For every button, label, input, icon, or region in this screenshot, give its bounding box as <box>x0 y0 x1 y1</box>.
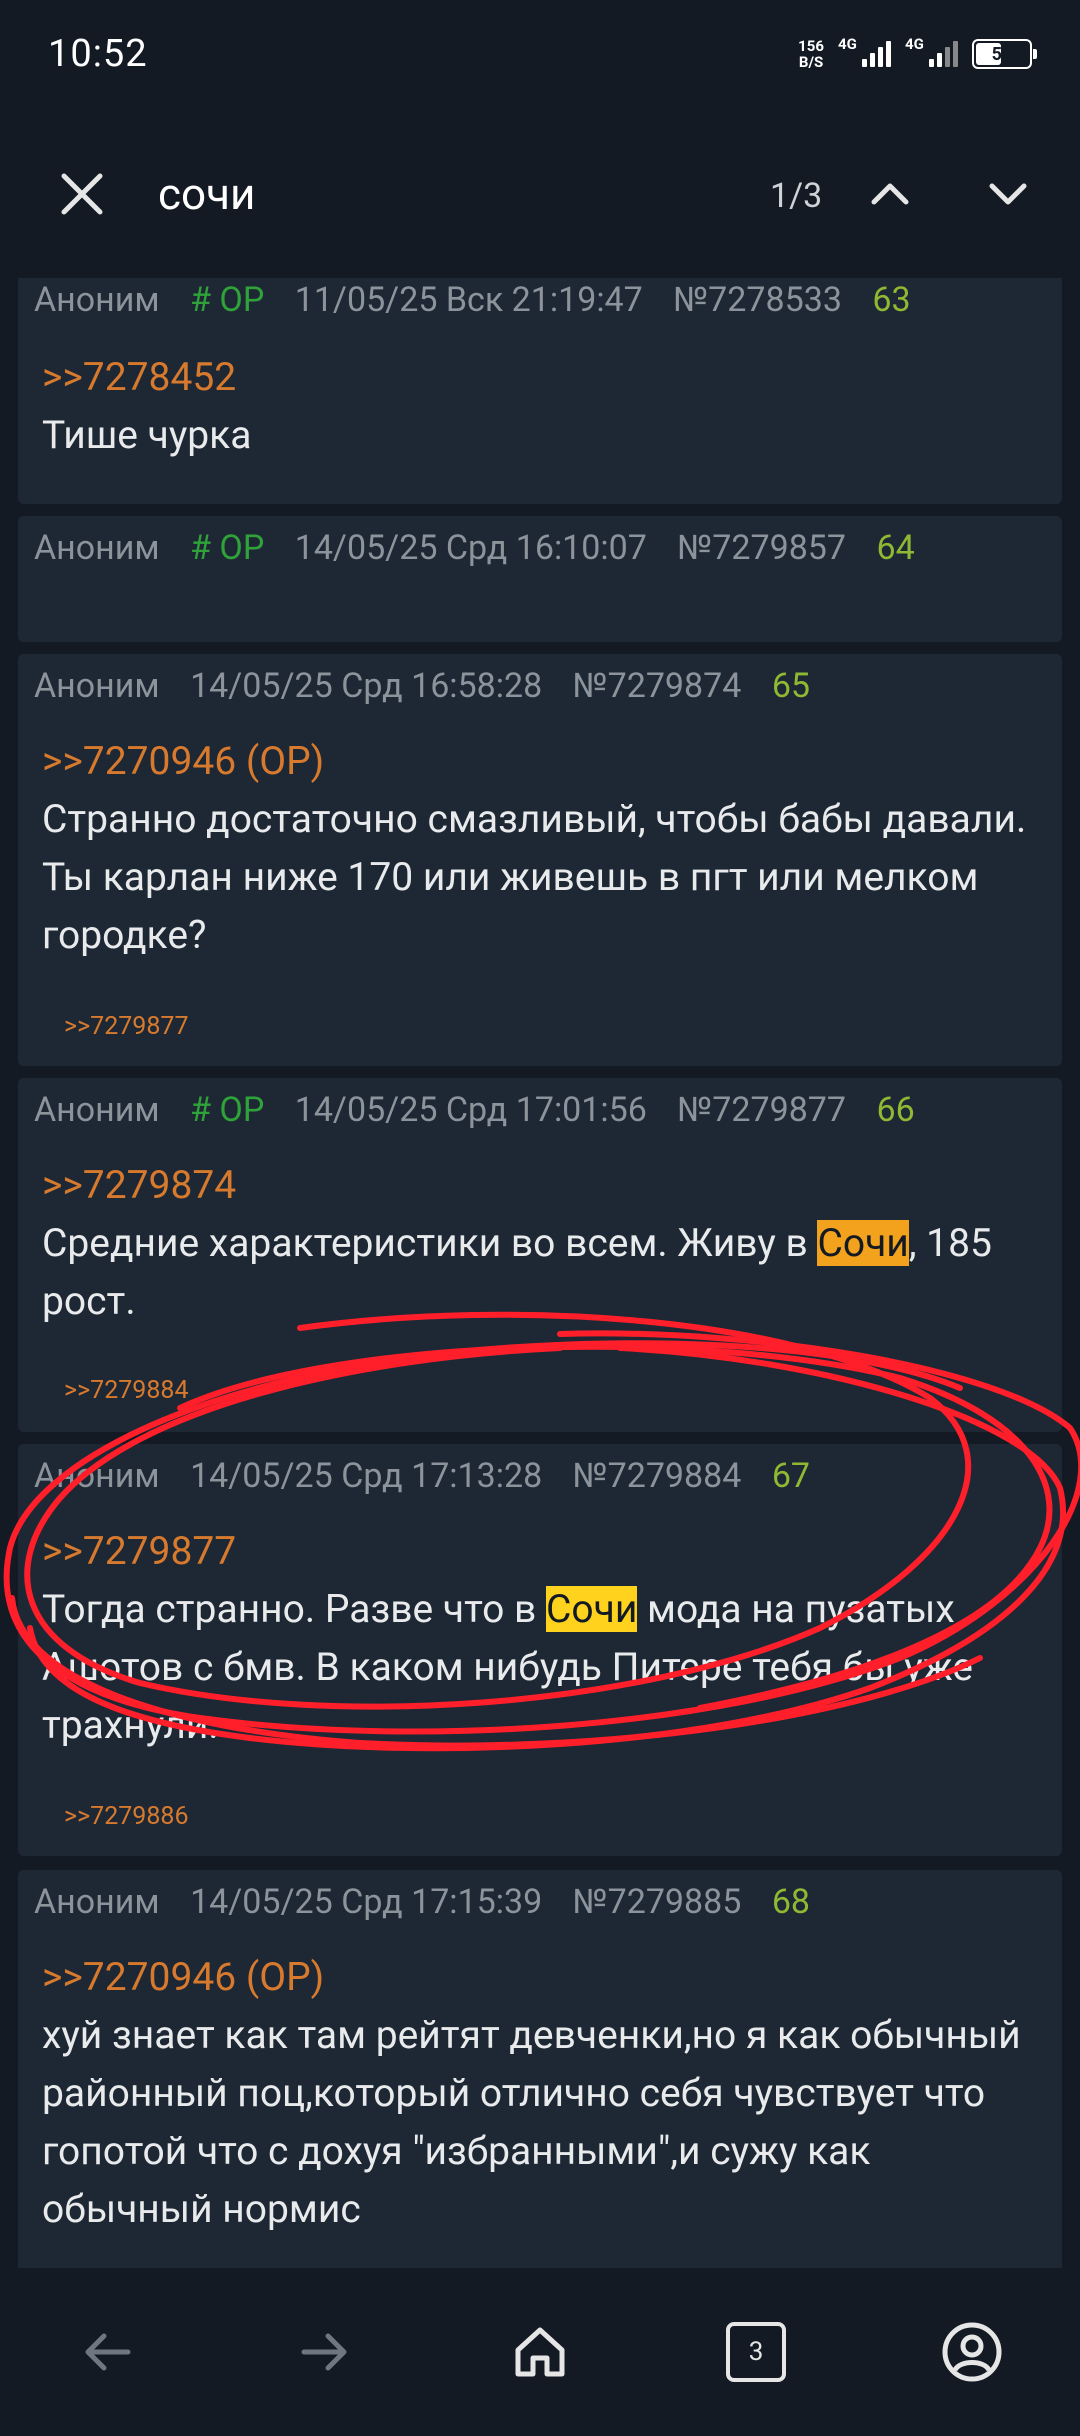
arrow-right-icon[interactable] <box>289 2317 359 2387</box>
post-index: 63 <box>872 280 911 320</box>
post-text-before: Средние характеристики во всем. Живу в <box>42 1220 818 1266</box>
post-author: Аноним <box>34 528 160 568</box>
post-index: 68 <box>771 1882 811 1922</box>
battery-icon: 53 <box>972 39 1037 69</box>
network-speed-unit: B/S <box>798 53 824 71</box>
post-body: >>7279874 Средние характеристики во всем… <box>42 1156 1042 1330</box>
post-id[interactable]: №7279874 <box>573 666 742 706</box>
post-author: Аноним <box>34 280 160 320</box>
reply-link[interactable]: >>7270946 (OP) <box>42 732 1042 790</box>
reply-link[interactable]: >>7279874 <box>42 1156 1042 1214</box>
home-icon[interactable] <box>505 2317 575 2387</box>
tabs-button[interactable]: 3 <box>721 2317 791 2387</box>
post-index: 67 <box>771 1456 811 1496</box>
match-counter: 1/3 <box>770 176 823 216</box>
post: Аноним # OP 11/05/25 Вск 21:19:47 №72785… <box>18 278 1062 504</box>
backlink[interactable]: >>7279886 <box>64 1802 189 1831</box>
post-id[interactable]: №7279884 <box>573 1456 742 1496</box>
chevron-down-icon[interactable] <box>982 168 1034 220</box>
post-body: >>7279877 Тогда странно. Разве что в Соч… <box>42 1522 1042 1754</box>
tab-count: 3 <box>726 2322 786 2382</box>
post-id[interactable]: №7278533 <box>673 280 842 320</box>
network-speed-value: 156 <box>798 37 824 55</box>
post-header: Аноним 14/05/25 Срд 17:15:39 №7279885 68 <box>34 1882 810 1922</box>
post-body: >>7270946 (OP) Странно достаточно смазли… <box>42 732 1042 964</box>
post-id[interactable]: №7279877 <box>677 1090 846 1130</box>
post-datetime: 11/05/25 Вск 21:19:47 <box>294 280 643 320</box>
sim1-label: 4G <box>838 35 857 53</box>
status-time: 10:52 <box>48 32 148 76</box>
reply-link[interactable]: >>7278452 <box>42 348 1042 406</box>
post: Аноним # OP 14/05/25 Срд 17:01:56 №72798… <box>18 1078 1062 1432</box>
close-icon[interactable] <box>58 170 106 218</box>
op-tag: # OP <box>190 528 265 568</box>
post-id[interactable]: №7279885 <box>573 1882 742 1922</box>
post-author: Аноним <box>34 666 160 706</box>
post-datetime: 14/05/25 Срд 17:01:56 <box>294 1090 647 1130</box>
op-tag: # OP <box>190 280 265 320</box>
post-datetime: 14/05/25 Срд 17:15:39 <box>190 1882 543 1922</box>
status-bar: 10:52 156 B/S 4G 4G 53 <box>0 0 1080 110</box>
post: Аноним 14/05/25 Срд 16:58:28 №7279874 65… <box>18 654 1062 1066</box>
account-icon[interactable] <box>937 2317 1007 2387</box>
post-header: Аноним 14/05/25 Срд 17:13:28 №7279884 67 <box>34 1456 810 1496</box>
reply-link[interactable]: >>7279877 <box>42 1522 1042 1580</box>
post-text-before: Тогда странно. Разве что в <box>42 1586 546 1632</box>
thread-view[interactable]: Аноним # OP 11/05/25 Вск 21:19:47 №72785… <box>0 278 1080 2268</box>
post-index: 66 <box>876 1090 915 1130</box>
find-in-page-bar: 1/3 <box>0 110 1080 278</box>
post-header: Аноним # OP 11/05/25 Вск 21:19:47 №72785… <box>34 280 911 320</box>
backlink[interactable]: >>7279877 <box>64 1012 189 1041</box>
status-icons: 156 B/S 4G 4G 53 <box>798 30 1037 78</box>
browser-bottom-nav: 3 <box>0 2268 1080 2436</box>
arrow-left-icon[interactable] <box>73 2317 143 2387</box>
chevron-up-icon[interactable] <box>864 168 916 220</box>
post-id[interactable]: №7279857 <box>677 528 846 568</box>
post-header: Аноним # OP 14/05/25 Срд 16:10:07 №72798… <box>34 528 915 568</box>
post-text: хуй знает как там рейтят девченки,но я к… <box>42 2012 1021 2232</box>
post-datetime: 14/05/25 Срд 16:10:07 <box>294 528 647 568</box>
post: Аноним # OP 14/05/25 Срд 16:10:07 №72798… <box>18 516 1062 642</box>
signal-icon-sim2: 4G <box>905 35 958 67</box>
post-header: Аноним 14/05/25 Срд 16:58:28 №7279874 65 <box>34 666 810 706</box>
post-datetime: 14/05/25 Срд 16:58:28 <box>190 666 543 706</box>
network-speed: 156 B/S <box>798 38 824 70</box>
post-author: Аноним <box>34 1456 160 1496</box>
post-text: Странно достаточно смазливый, чтобы бабы… <box>42 796 1027 958</box>
post: Аноним 14/05/25 Срд 17:13:28 №7279884 67… <box>18 1444 1062 1856</box>
post-body: >>7270946 (OP) хуй знает как там рейтят … <box>42 1948 1042 2238</box>
signal-icon-sim1: 4G <box>838 35 891 67</box>
post-author: Аноним <box>34 1882 160 1922</box>
search-match-highlight: Сочи <box>545 1586 638 1632</box>
reply-link[interactable]: >>7270946 (OP) <box>42 1948 1042 2006</box>
post: Аноним 14/05/25 Срд 17:15:39 №7279885 68… <box>18 1870 1062 2268</box>
post-header: Аноним # OP 14/05/25 Срд 17:01:56 №72798… <box>34 1090 915 1130</box>
post-body: >>7278452 Тише чурка <box>42 348 1042 464</box>
find-query-input[interactable] <box>158 168 718 220</box>
search-match-highlight: Сочи <box>817 1220 909 1266</box>
backlink[interactable]: >>7279884 <box>64 1376 189 1405</box>
op-tag: # OP <box>190 1090 265 1130</box>
sim2-label: 4G <box>905 35 924 53</box>
post-index: 64 <box>876 528 915 568</box>
post-author: Аноним <box>34 1090 160 1130</box>
post-datetime: 14/05/25 Срд 17:13:28 <box>190 1456 543 1496</box>
battery-level: 53 <box>991 43 1013 65</box>
post-text: Тише чурка <box>42 412 252 458</box>
post-index: 65 <box>771 666 811 706</box>
